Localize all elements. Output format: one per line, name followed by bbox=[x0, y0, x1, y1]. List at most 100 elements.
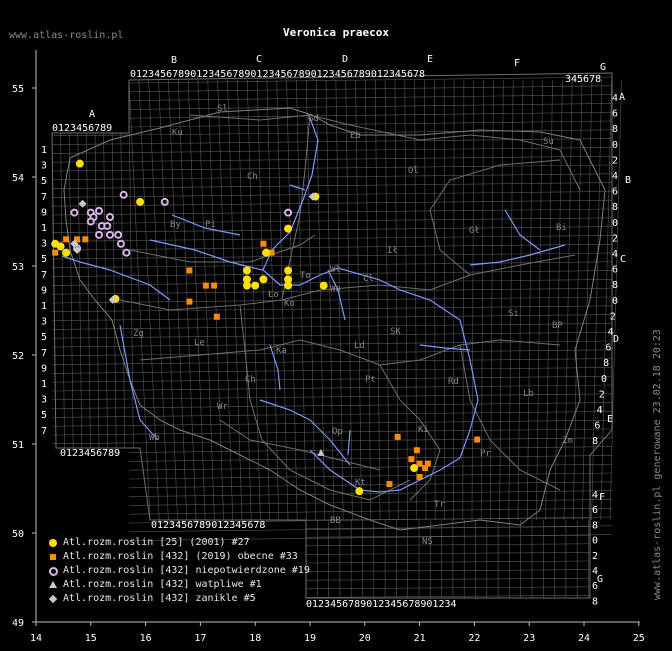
grid-row-letter: D bbox=[613, 334, 619, 345]
grid-vline bbox=[384, 79, 390, 521]
record-present bbox=[82, 236, 89, 243]
grid-vline bbox=[526, 79, 534, 521]
grid-vline bbox=[517, 79, 524, 521]
grid-right-digit: 4 bbox=[612, 171, 618, 182]
region-code: Ka bbox=[276, 346, 287, 356]
grid-vline bbox=[490, 79, 494, 521]
region-code: Pr bbox=[480, 449, 491, 459]
record-atlas-2001 bbox=[319, 281, 328, 290]
lat-tick-label: 52 bbox=[12, 351, 24, 362]
record-atlas-2001 bbox=[251, 281, 260, 290]
grid-right-digit: 6 bbox=[612, 265, 618, 276]
lat-tick-label: 50 bbox=[12, 529, 24, 540]
grid-right-digit: 2 bbox=[599, 389, 605, 400]
grid-vline bbox=[591, 79, 603, 521]
grid-column-letter: A bbox=[89, 109, 95, 120]
grid-vline bbox=[572, 79, 583, 521]
grid-hline bbox=[51, 173, 613, 181]
record-atlas-2001 bbox=[355, 487, 364, 496]
grid-right-digit-lower: 6 bbox=[592, 505, 598, 516]
grid-vline bbox=[536, 79, 543, 521]
record-present bbox=[63, 236, 70, 243]
river-line bbox=[419, 344, 471, 351]
grid-bottom-digits-mid: 0123456789012345678 bbox=[151, 520, 265, 531]
record-unconfirmed bbox=[95, 206, 104, 215]
grid-right-digit-lower: 8 bbox=[592, 520, 598, 531]
grid-hline bbox=[51, 305, 613, 313]
legend-item-triangle: Atl.rozm.roslin [432] watpliwe #1 bbox=[47, 578, 310, 592]
record-unconfirmed bbox=[119, 190, 128, 199]
record-present bbox=[424, 460, 431, 467]
grid-hline bbox=[305, 586, 591, 590]
record-unconfirmed bbox=[70, 208, 79, 217]
region-code: Gł bbox=[469, 226, 480, 236]
region-code: Wł bbox=[330, 265, 341, 275]
grid-row-letter: B bbox=[625, 175, 631, 186]
grid-hline bbox=[128, 446, 613, 453]
region-code: Cl bbox=[363, 274, 374, 284]
grid-left-digit: 9 bbox=[41, 363, 47, 374]
record-atlas-2001 bbox=[136, 197, 145, 206]
grid-left-digit: 7 bbox=[41, 192, 47, 203]
legend-label: Atl.rozm.roslin [432] niepotwierdzone #1… bbox=[63, 565, 310, 576]
lon-tick-label: 24 bbox=[578, 633, 590, 644]
legend-item-orange: Atl.rozm.roslin [432] (2019) obecne #33 bbox=[47, 550, 310, 564]
region-code: Wb bbox=[149, 433, 160, 443]
grid-left-digit: 9 bbox=[41, 207, 47, 218]
grid-vline bbox=[227, 79, 243, 521]
lon-tick-label: 21 bbox=[414, 633, 426, 644]
region-code: Rd bbox=[448, 377, 459, 387]
grid-right-digit: 2 bbox=[612, 155, 618, 166]
grid-column-letter: F bbox=[514, 58, 520, 69]
region-code: Ku bbox=[172, 128, 183, 138]
grid-right-digit-lower: 8 bbox=[592, 596, 598, 607]
grid-hline bbox=[51, 375, 613, 383]
grid-hline bbox=[305, 577, 591, 581]
record-present bbox=[416, 460, 423, 467]
grid-vline bbox=[111, 132, 117, 449]
river-line bbox=[504, 209, 541, 251]
grid-vline bbox=[138, 79, 160, 521]
region-borders bbox=[63, 107, 606, 531]
lat-tick-label: 53 bbox=[12, 262, 24, 273]
record-atlas-2001 bbox=[410, 464, 419, 473]
region-code: To bbox=[300, 271, 311, 281]
legend-label: Atl.rozm.roslin [25] (2001) #27 bbox=[63, 537, 250, 548]
grid-hline bbox=[128, 455, 613, 462]
orange-square-icon bbox=[47, 551, 61, 563]
record-present bbox=[416, 473, 423, 480]
grid-left-digit: 7 bbox=[41, 270, 47, 281]
grid-right-digit: 8 bbox=[592, 436, 598, 447]
legend: Atl.rozm.roslin [25] (2001) #27 Atl.rozm… bbox=[47, 536, 310, 606]
grid-right-digit-lower: 2 bbox=[592, 551, 598, 562]
record-present bbox=[260, 240, 267, 247]
legend-label: Atl.rozm.roslin [432] zanikle #5 bbox=[63, 593, 256, 604]
grid-hline bbox=[51, 155, 613, 163]
grid-hline bbox=[51, 314, 613, 321]
grid-right-digit: 8 bbox=[603, 358, 609, 369]
grid-right-digit: 4 bbox=[612, 93, 618, 104]
grid-hline bbox=[128, 120, 613, 128]
record-present bbox=[186, 298, 193, 305]
grid-left-digit: 1 bbox=[41, 145, 47, 156]
record-unconfirmed bbox=[86, 217, 95, 226]
region-code: Sl bbox=[217, 104, 228, 114]
region-code: Zm bbox=[562, 436, 573, 446]
grid-left-digit: 3 bbox=[41, 395, 47, 406]
region-code: Le bbox=[194, 338, 205, 348]
grid-right-digit: 0 bbox=[612, 296, 618, 307]
region-code: NS bbox=[422, 537, 433, 547]
record-atlas-2001 bbox=[242, 266, 251, 275]
grid-left-digit: 5 bbox=[41, 176, 47, 187]
region-code: Ło bbox=[267, 290, 279, 300]
grid-right-digit-lower: 0 bbox=[592, 536, 598, 547]
region-border bbox=[239, 304, 411, 501]
grid-hline bbox=[305, 552, 591, 555]
grid-row-letter: F bbox=[599, 492, 605, 503]
lon-tick-label: 16 bbox=[140, 633, 152, 644]
lon-tick-label: 23 bbox=[523, 633, 535, 644]
region-code: Pt bbox=[365, 375, 376, 385]
record-atlas-2001 bbox=[62, 248, 71, 257]
grid-right-digit: 4 bbox=[612, 249, 618, 260]
grid-hline bbox=[305, 526, 591, 529]
